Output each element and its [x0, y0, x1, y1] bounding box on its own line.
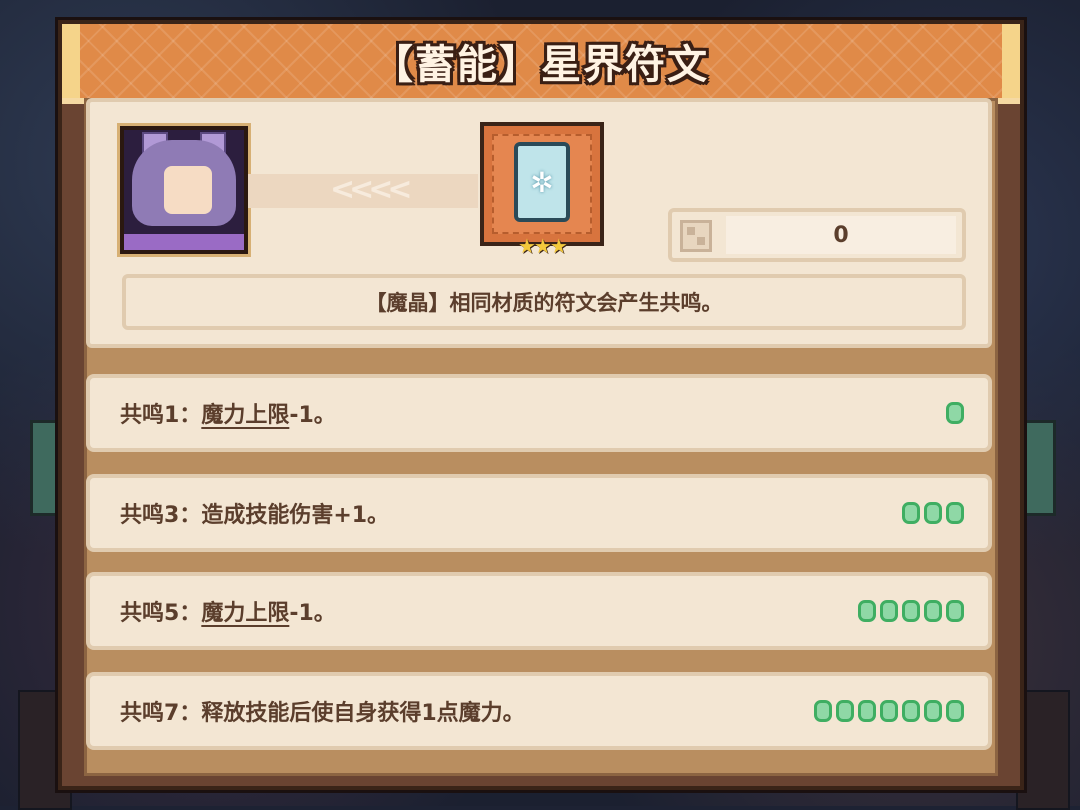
background-object-bottom-right: [1016, 690, 1070, 810]
resonance-pip: [858, 700, 876, 722]
resonance-pip: [880, 600, 898, 622]
resonance-keyword-link[interactable]: 魔力上限: [201, 397, 289, 429]
resonance-suffix: -1。: [289, 601, 336, 626]
resonance-text: 共鸣1： 魔力上限 -1。: [120, 378, 336, 448]
resonance-text: 共鸣5： 魔力上限 -1。: [120, 576, 336, 646]
resonance-row: 共鸣1： 魔力上限 -1。: [86, 374, 992, 452]
resonance-pip: [902, 600, 920, 622]
resonance-pip: [924, 700, 942, 722]
avatar-face: [164, 166, 212, 214]
resonance-prefix: 共鸣5：: [120, 601, 202, 626]
resonance-suffix: 释放技能后使自身获得1点魔力。: [201, 701, 525, 726]
avatar-rarity-bar: [124, 234, 244, 250]
resonance-pips: [858, 576, 964, 646]
resonance-pips: [814, 676, 964, 746]
resonance-pip: [880, 700, 898, 722]
chevron-left-icon: <<<<: [330, 172, 413, 207]
resonance-pip: [924, 600, 942, 622]
resonance-pip: [946, 600, 964, 622]
rune-count-value: 0: [726, 216, 956, 254]
resonance-pip: [946, 700, 964, 722]
inventory-slot-icon: [680, 220, 712, 252]
resonance-prefix: 共鸣1：: [120, 403, 202, 428]
rune-glyph-icon: ✲: [530, 165, 554, 199]
resonance-pip: [814, 700, 832, 722]
resonance-row: 共鸣5： 魔力上限 -1。: [86, 572, 992, 650]
resonance-pip: [946, 502, 964, 524]
resonance-text: 共鸣3： 造成技能伤害+1。: [120, 478, 389, 548]
background-object-right: [1022, 420, 1056, 516]
rune-count-box: 0: [668, 208, 966, 262]
resonance-pip: [946, 402, 964, 424]
rune-star-rating: ★★★: [518, 234, 568, 258]
resonance-pip: [902, 700, 920, 722]
rune-slot[interactable]: ✲ ★★★: [480, 122, 604, 258]
resonance-pip: [902, 502, 920, 524]
rune-card-icon: ✲: [514, 142, 570, 222]
resonance-suffix: 造成技能伤害+1。: [201, 503, 390, 528]
resonance-pips: [902, 478, 964, 548]
rune-summary-card: <<<< ✲ ★★★ 0 【魔晶】相同材质的符文会产生共鸣。: [86, 98, 992, 348]
rune-description: 【魔晶】相同材质的符文会产生共鸣。: [122, 274, 966, 330]
panel-title: 【蓄能】星界符文: [373, 42, 709, 88]
resonance-pips: [946, 378, 964, 448]
resonance-pip: [924, 502, 942, 524]
resonance-pip: [858, 600, 876, 622]
title-banner: 【蓄能】星界符文: [62, 24, 1020, 104]
resonance-keyword-link[interactable]: 魔力上限: [201, 595, 289, 627]
resonance-prefix: 共鸣3：: [120, 503, 202, 528]
resonance-row: 共鸣3： 造成技能伤害+1。: [86, 474, 992, 552]
resonance-text: 共鸣7： 释放技能后使自身获得1点魔力。: [120, 676, 525, 746]
resonance-pip: [836, 700, 854, 722]
hero-avatar[interactable]: [120, 126, 248, 254]
resonance-prefix: 共鸣7：: [120, 701, 202, 726]
resonance-suffix: -1。: [289, 403, 336, 428]
resonance-row: 共鸣7： 释放技能后使自身获得1点魔力。: [86, 672, 992, 750]
